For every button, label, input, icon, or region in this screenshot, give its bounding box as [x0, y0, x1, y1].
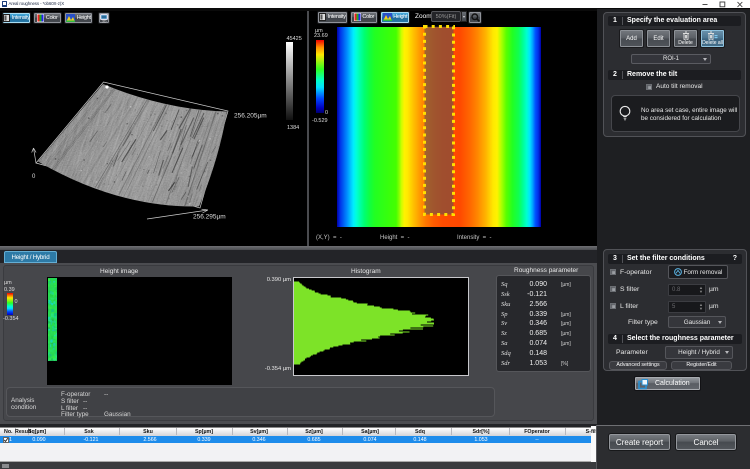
svg-text:45425: 45425	[287, 36, 302, 42]
svg-text:256.205µm: 256.205µm	[234, 113, 267, 120]
svg-text:256.295µm: 256.295µm	[193, 214, 226, 221]
svg-text:1384: 1384	[287, 125, 299, 131]
svg-text:0: 0	[32, 174, 36, 180]
